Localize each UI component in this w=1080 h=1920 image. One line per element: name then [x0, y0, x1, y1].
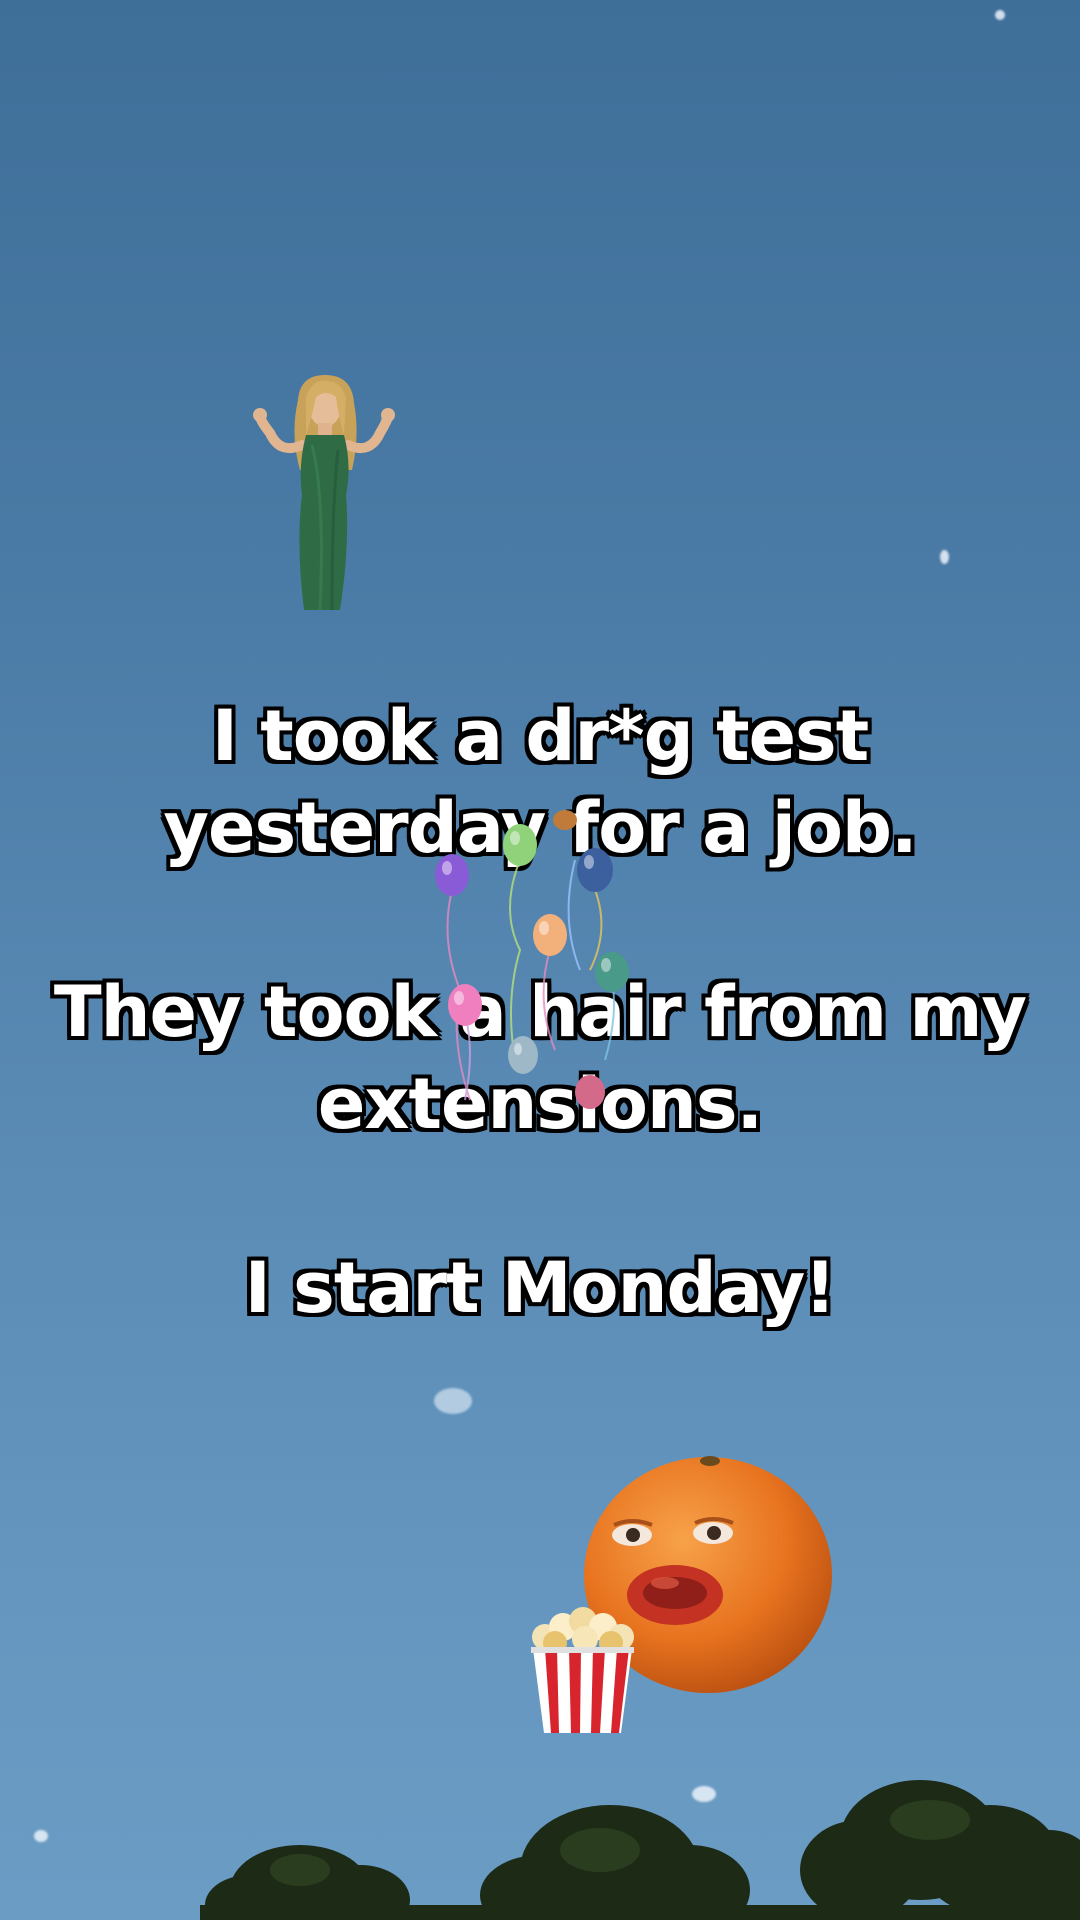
balloons-sticker	[435, 810, 629, 1109]
woman-sticker	[253, 375, 395, 610]
caption-line-5: I start Monday!	[244, 1247, 836, 1329]
video-frame: I took a dr*g test yesterday for a job. …	[0, 0, 1080, 1920]
snow-particle	[940, 550, 949, 564]
snow-particle	[434, 1388, 472, 1414]
trees-silhouette	[200, 1780, 1080, 1920]
caption-line-1: I took a dr*g test	[211, 695, 869, 777]
popcorn-sticker	[531, 1607, 634, 1733]
snow-particle	[995, 10, 1005, 20]
